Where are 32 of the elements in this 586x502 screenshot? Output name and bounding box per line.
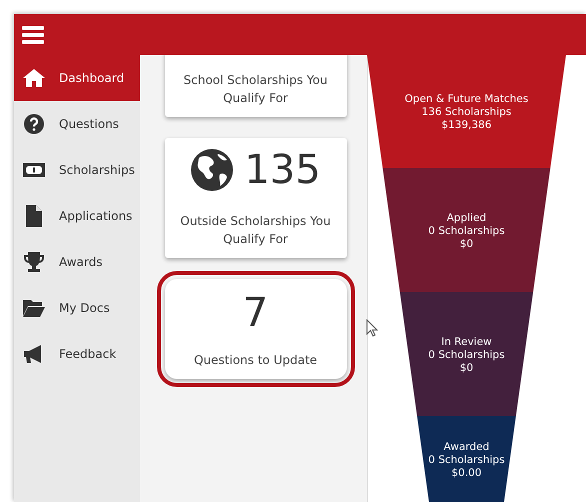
stage-count: 0 Scholarships — [428, 224, 505, 238]
card-label: School Scholarships You Qualify For — [182, 72, 328, 107]
highlighted-stat-card[interactable]: 7 Questions to Update — [164, 279, 346, 379]
sidebar-item[interactable]: Feedback — [14, 331, 140, 377]
stage-title: Awarded — [444, 440, 490, 454]
stage-amount: $139,386 — [441, 119, 492, 132]
sidebar-item[interactable]: My Docs — [14, 285, 140, 331]
stage-amount: $0 — [460, 362, 474, 374]
stage-title: Open & Future Matches — [404, 93, 528, 106]
globe-icon — [190, 148, 234, 192]
stage-amount: $0 — [460, 238, 474, 250]
stage-amount: $0.00 — [451, 466, 482, 480]
home-icon — [22, 66, 46, 90]
stage-count: 136 Scholarships — [422, 106, 512, 119]
sidebar-item[interactable]: Questions — [14, 101, 140, 147]
menu-icon[interactable] — [22, 26, 44, 44]
stage-title: In Review — [441, 336, 492, 348]
card-label: Outside Scholarships You Qualify For — [179, 213, 332, 248]
stage-count: 0 Scholarships — [428, 454, 505, 466]
sidebar-item[interactable]: Dashboard — [14, 55, 140, 101]
stage-count: 0 Scholarships — [428, 348, 505, 362]
stat-card[interactable]: School Scholarships You Qualify For — [164, 55, 346, 117]
stat-card[interactable]: 135 Outside Scholarships You Qualify For — [164, 138, 346, 258]
card-label: Questions to Update — [194, 352, 318, 369]
sidebar-item[interactable]: Scholarships — [14, 147, 140, 193]
stage-title: Applied — [446, 212, 486, 224]
sidebar-item[interactable]: Applications — [14, 193, 140, 239]
count-value: 7 — [242, 293, 268, 333]
trophy-icon — [22, 250, 46, 274]
question-icon — [22, 112, 46, 136]
sidebar-item[interactable]: Awards — [14, 239, 140, 285]
count-value: 135 — [244, 150, 321, 190]
